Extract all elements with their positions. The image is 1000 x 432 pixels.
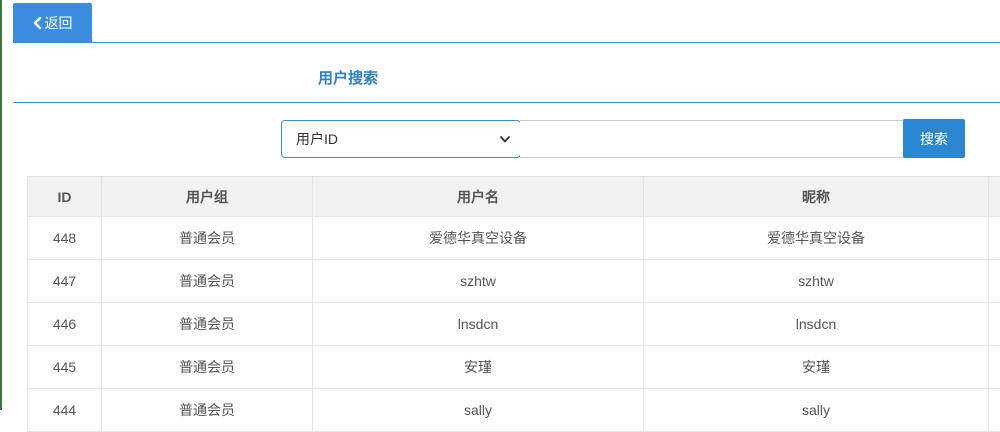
table-row[interactable]: 448 普通会员 爱德华真空设备 爱德华真空设备 [28,217,1000,260]
search-input[interactable] [520,120,904,158]
cell-username: lnsdcn [313,303,644,346]
cell-group: 普通会员 [102,346,313,389]
cell-group: 普通会员 [102,260,313,303]
search-field-select[interactable]: 用户ID [281,120,521,158]
cell-extra [989,217,1000,260]
cell-nickname: szhtw [644,260,989,303]
table-header-row: ID 用户组 用户名 昵称 [28,177,1000,217]
title-divider [13,102,1000,103]
cell-id: 444 [28,389,102,432]
cell-nickname: 爱德华真空设备 [644,217,989,260]
cell-group: 普通会员 [102,303,313,346]
cell-id: 446 [28,303,102,346]
back-button-label: 返回 [45,13,73,33]
cell-username: 安瑾 [313,346,644,389]
back-button[interactable]: 返回 [13,3,92,42]
header-divider [13,42,1000,43]
cell-group: 普通会员 [102,217,313,260]
cell-username: 爱德华真空设备 [313,217,644,260]
cell-nickname: lnsdcn [644,303,989,346]
cell-username: szhtw [313,260,644,303]
chevron-left-icon [33,17,42,29]
left-edge-bar [0,0,2,410]
cell-nickname: sally [644,389,989,432]
cell-extra [989,389,1000,432]
column-header-nickname: 昵称 [644,177,989,217]
column-header-extra [989,177,1000,217]
cell-nickname: 安瑾 [644,346,989,389]
table-row[interactable]: 445 普通会员 安瑾 安瑾 [28,346,1000,389]
table-row[interactable]: 446 普通会员 lnsdcn lnsdcn [28,303,1000,346]
cell-extra [989,260,1000,303]
chevron-down-icon [500,136,510,143]
cell-username: sally [313,389,644,432]
page-title: 用户搜索 [318,67,378,88]
column-header-group: 用户组 [102,177,313,217]
cell-id: 447 [28,260,102,303]
cell-extra [989,303,1000,346]
cell-id: 448 [28,217,102,260]
column-header-username: 用户名 [313,177,644,217]
column-header-id: ID [28,177,102,217]
table-row[interactable]: 444 普通会员 sally sally [28,389,1000,432]
cell-id: 445 [28,346,102,389]
search-button[interactable]: 搜索 [903,119,965,158]
cell-group: 普通会员 [102,389,313,432]
users-table: ID 用户组 用户名 昵称 448 普通会员 爱德华真空设备 爱德华真空设备 4… [27,176,1000,432]
search-field-selected: 用户ID [296,129,500,149]
table-row[interactable]: 447 普通会员 szhtw szhtw [28,260,1000,303]
cell-extra [989,346,1000,389]
